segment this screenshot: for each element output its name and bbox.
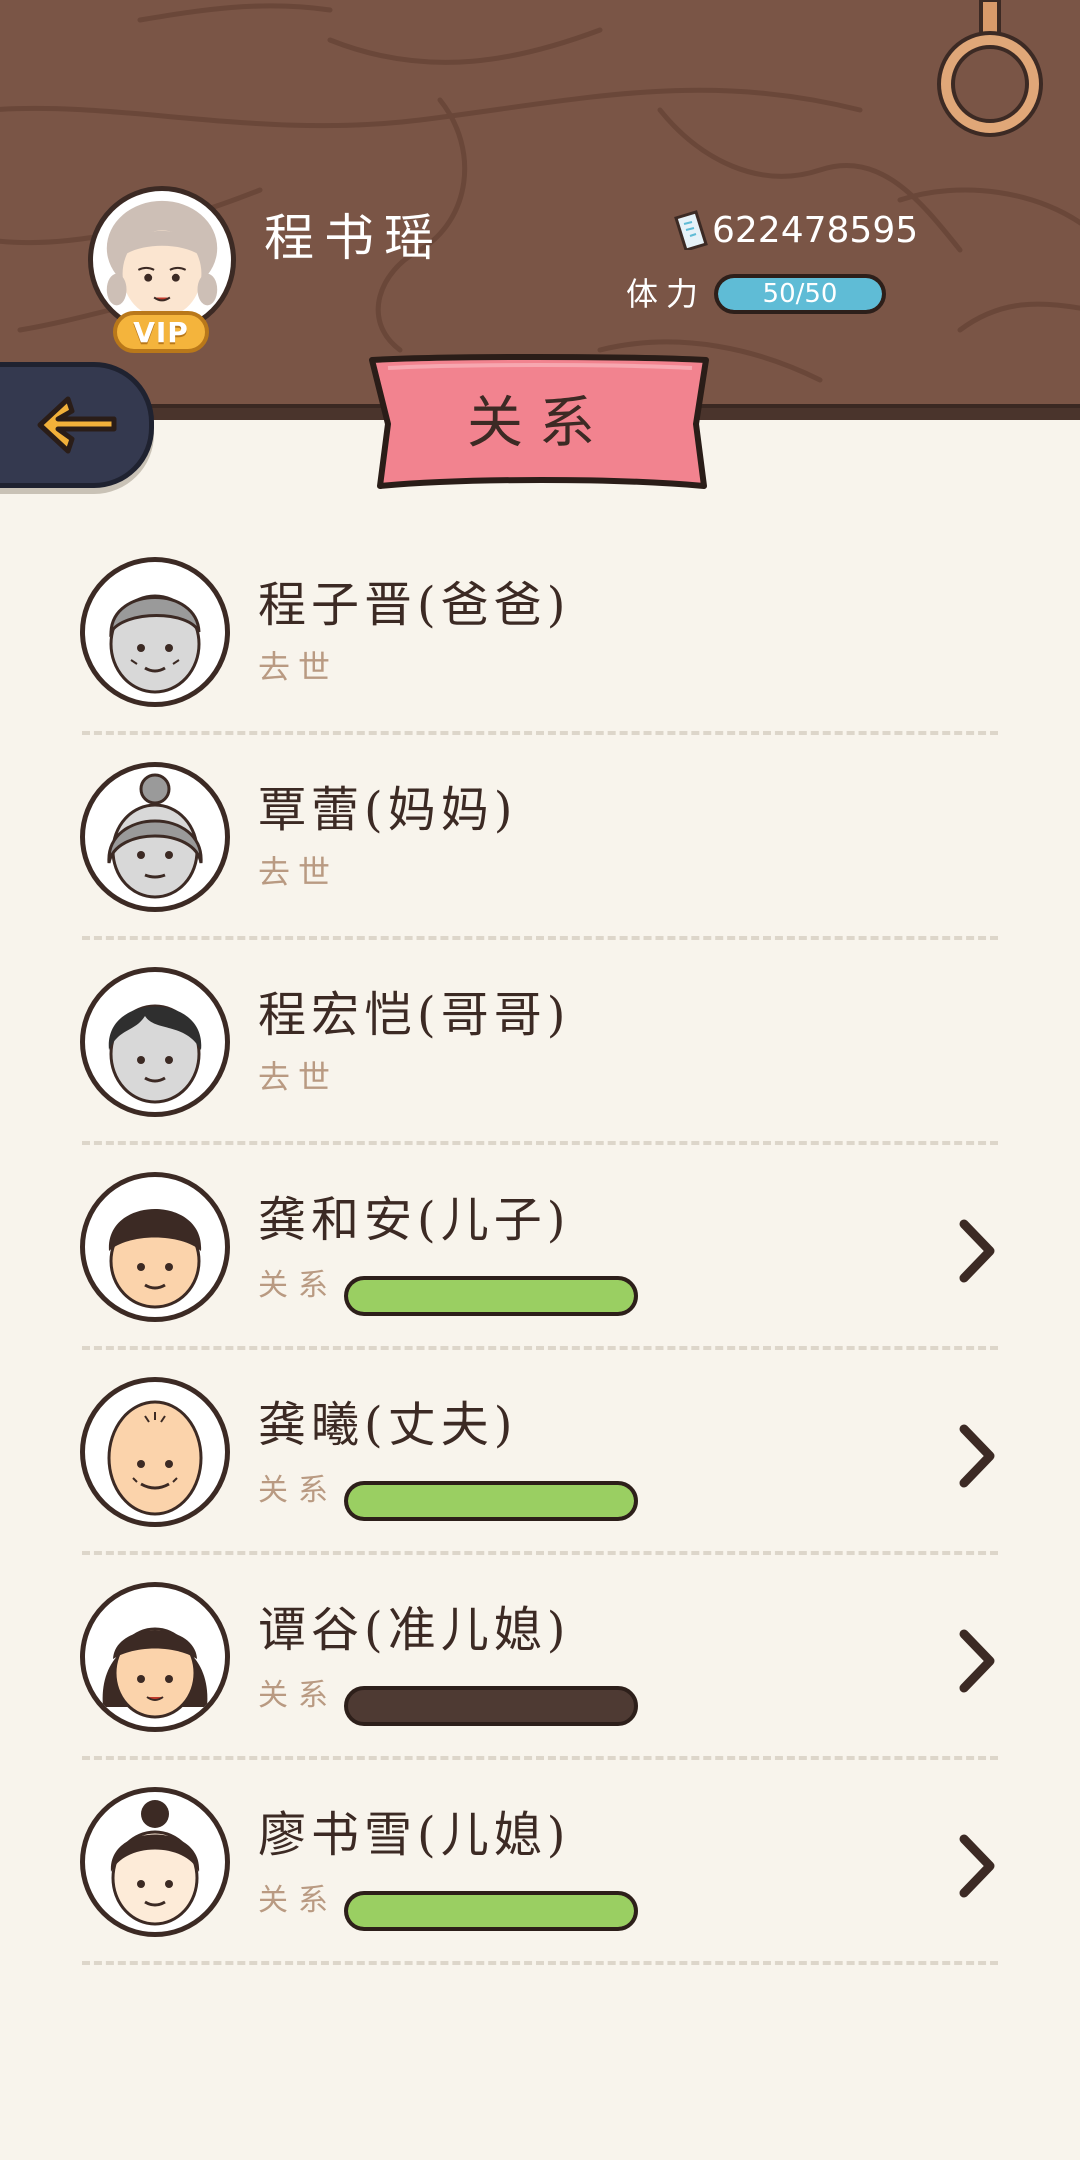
player-avatar-image bbox=[106, 200, 218, 318]
relation-row-father[interactable]: 程子晋(爸爸) 去世 bbox=[0, 545, 1080, 750]
back-button[interactable] bbox=[0, 362, 154, 488]
coin-ticket-icon bbox=[674, 210, 708, 250]
relation-name: 廖书雪(儿媳) bbox=[258, 1807, 571, 1863]
relation-label: 关系 bbox=[258, 1678, 338, 1713]
stamina-text: 50/50 bbox=[762, 279, 838, 309]
relation-label: 关系 bbox=[258, 1473, 338, 1508]
avatar bbox=[80, 1377, 230, 1527]
relation-fill bbox=[348, 1280, 634, 1312]
row-divider bbox=[82, 936, 998, 940]
relation-status: 去世 bbox=[258, 853, 339, 891]
avatar-gray-old-man bbox=[109, 594, 201, 694]
relation-row-daughter-in-law[interactable]: 廖书雪(儿媳) 关系 bbox=[0, 1775, 1080, 1980]
avatar bbox=[80, 557, 230, 707]
relation-list: 程子晋(爸爸) 去世 覃蕾(妈妈) 去世 程宏恺(哥哥) 去世 龚和安(儿子) … bbox=[0, 545, 1080, 1980]
stamina-label: 体力 bbox=[626, 275, 707, 313]
player-name: 程书瑶 bbox=[264, 209, 444, 267]
row-divider bbox=[82, 731, 998, 735]
relation-row-husband[interactable]: 龚曦(丈夫) 关系 bbox=[0, 1365, 1080, 1570]
relation-name: 程宏恺(哥哥) bbox=[258, 987, 571, 1043]
row-divider bbox=[82, 1756, 998, 1760]
relation-bar bbox=[344, 1891, 638, 1931]
relation-bar bbox=[344, 1481, 638, 1521]
relation-fill bbox=[348, 1485, 634, 1517]
chevron-right-icon[interactable] bbox=[956, 1216, 1000, 1286]
page-title: 关系 bbox=[467, 391, 611, 456]
relation-bar bbox=[344, 1686, 638, 1726]
relation-row-future-daughter-in-law[interactable]: 谭谷(准儿媳) 关系 bbox=[0, 1570, 1080, 1775]
relation-status: 去世 bbox=[258, 648, 339, 686]
relation-row-son[interactable]: 龚和安(儿子) 关系 bbox=[0, 1160, 1080, 1365]
avatar-gray-old-woman bbox=[107, 773, 203, 899]
chevron-right-icon[interactable] bbox=[956, 1831, 1000, 1901]
avatar-young-woman-bun bbox=[110, 1800, 200, 1926]
relation-label: 关系 bbox=[258, 1883, 338, 1918]
chevron-right-icon[interactable] bbox=[956, 1626, 1000, 1696]
relation-fill bbox=[348, 1895, 634, 1927]
avatar bbox=[80, 1787, 230, 1937]
row-divider bbox=[82, 1551, 998, 1555]
stamina-bar: 50/50 bbox=[714, 274, 886, 314]
relation-name: 龚曦(丈夫) bbox=[258, 1397, 518, 1453]
avatar-gray-young-man bbox=[108, 1004, 202, 1104]
relation-name: 程子晋(爸爸) bbox=[258, 577, 571, 633]
avatar bbox=[80, 967, 230, 1117]
relation-row-mother[interactable]: 覃蕾(妈妈) 去世 bbox=[0, 750, 1080, 955]
avatar bbox=[80, 1582, 230, 1732]
avatar bbox=[80, 762, 230, 912]
relation-status: 去世 bbox=[258, 1058, 339, 1096]
relation-row-brother[interactable]: 程宏恺(哥哥) 去世 bbox=[0, 955, 1080, 1160]
relation-label: 关系 bbox=[258, 1268, 338, 1303]
chevron-right-icon[interactable] bbox=[956, 1421, 1000, 1491]
relation-bar bbox=[344, 1276, 638, 1316]
relation-name: 覃蕾(妈妈) bbox=[258, 782, 518, 838]
avatar-young-woman-bob bbox=[102, 1627, 208, 1719]
hanging-ring-icon bbox=[937, 0, 1043, 137]
row-divider bbox=[82, 1141, 998, 1145]
avatar-bald-old-man bbox=[107, 1400, 203, 1516]
row-divider bbox=[82, 1346, 998, 1350]
row-divider bbox=[82, 1961, 998, 1965]
avatar bbox=[80, 1172, 230, 1322]
vip-badge: VIP bbox=[113, 311, 209, 353]
currency-value: 622478595 bbox=[712, 210, 919, 251]
avatar-young-man bbox=[108, 1209, 202, 1309]
arrow-left-icon bbox=[37, 396, 117, 454]
relation-name: 龚和安(儿子) bbox=[258, 1192, 571, 1248]
relation-name: 谭谷(准儿媳) bbox=[258, 1602, 571, 1658]
